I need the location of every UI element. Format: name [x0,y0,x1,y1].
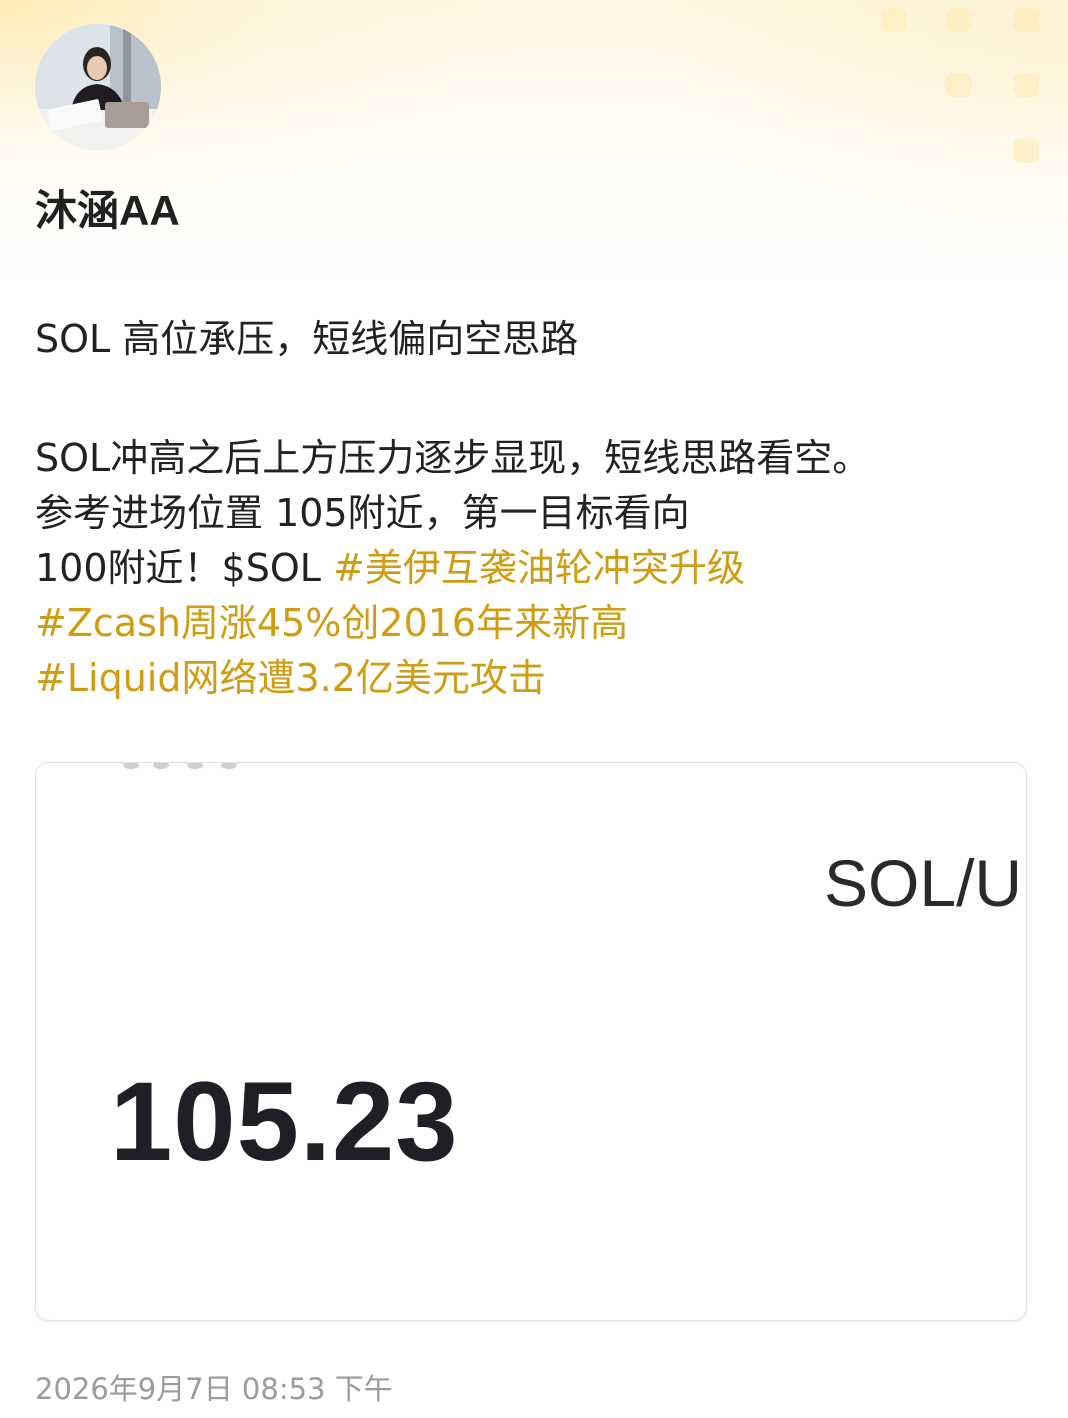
post-body: SOL冲高之后上方压力逐步显现，短线思路看空。 参考进场位置 105附近，第一目… [35,431,1035,706]
cashtag-sol[interactable]: $SOL [222,546,321,590]
hashtag-link[interactable]: #Liquid网络遭3.2亿美元攻击 [35,656,546,700]
attached-image[interactable]: SOL/U 105.23 [35,762,1027,1321]
cropped-text-fragment [123,763,237,769]
price-value: 105.23 [110,1059,459,1184]
post-body-line: 100附近！$SOL #美伊互袭油轮冲突升级 [35,541,1035,596]
post-body-line: #Liquid网络遭3.2亿美元攻击 [35,651,1035,706]
post-timestamp: 2026年9月7日 08:53 下午 [35,1372,393,1406]
hashtag-link[interactable]: #Zcash周涨45%创2016年来新高 [35,601,628,645]
profile-photo-icon [35,24,161,150]
post-body-line: SOL冲高之后上方压力逐步显现，短线思路看空。 [35,436,871,480]
author-name[interactable]: 沐涵AA [35,183,180,239]
trading-pair-label: SOL/U [824,846,1023,920]
hashtag-link[interactable]: #美伊互袭油轮冲突升级 [333,546,745,590]
avatar[interactable] [35,24,161,150]
post-body-line: 参考进场位置 105附近，第一目标看向 [35,491,690,535]
post-title: SOL 高位承压，短线偏向空思路 [35,317,579,361]
post-body-text: 100附近！ [35,546,222,590]
post-body-line: #Zcash周涨45%创2016年来新高 [35,596,1035,651]
